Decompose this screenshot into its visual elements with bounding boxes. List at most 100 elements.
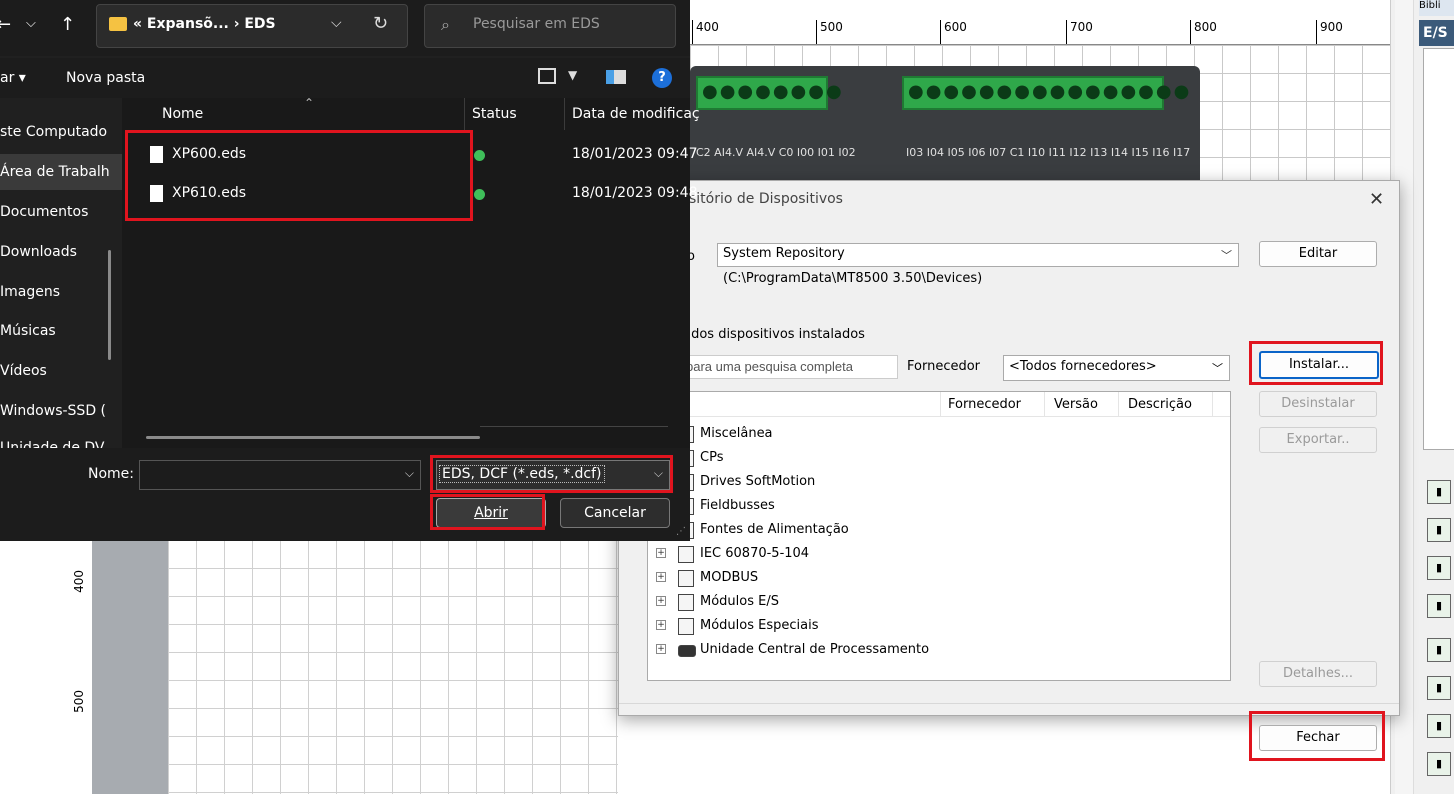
horizontal-scrollbar[interactable] — [146, 436, 480, 439]
module-icon — [678, 546, 694, 563]
organize-button[interactable]: ar ▾ — [0, 70, 26, 86]
tree-item[interactable]: + IEC 60870-5-104 — [648, 542, 1230, 566]
nav-item-dvd[interactable]: Unidade de DV — [0, 433, 122, 448]
tree-item[interactable]: +Fieldbusses — [648, 494, 1230, 518]
expand-icon[interactable]: + — [656, 548, 666, 558]
vendor-value: <Todos fornecedores> — [1009, 359, 1157, 374]
vendor-select[interactable]: <Todos fornecedores> ﹀ — [1003, 355, 1230, 381]
ruler-label: 500 — [72, 690, 86, 713]
navigation-pane: ste Computado Área de Trabalh Documentos… — [0, 98, 122, 448]
column-name[interactable]: Nome — [162, 106, 203, 122]
nav-item-music[interactable]: Músicas — [0, 313, 122, 349]
back-icon[interactable]: ← — [0, 14, 11, 35]
new-folder-button[interactable]: Nova pasta — [66, 70, 145, 86]
nav-item-documents[interactable]: Documentos — [0, 194, 122, 230]
details-button[interactable]: Detalhes... — [1259, 661, 1377, 687]
location-path: (C:\ProgramData\MT8500 3.50\Devices) — [723, 271, 983, 286]
module-icon[interactable]: ▮ — [1427, 556, 1451, 580]
design-canvas-lower[interactable] — [168, 540, 618, 794]
up-arrow-icon[interactable]: ↑ — [60, 14, 75, 35]
folder-icon — [109, 17, 127, 31]
file-name-label: Nome: — [88, 466, 135, 482]
export-button[interactable]: Exportar.. — [1259, 427, 1377, 453]
highlight-open — [430, 494, 545, 530]
chevron-down-icon: ﹀ — [1221, 249, 1232, 262]
device-search-field[interactable] — [679, 355, 898, 379]
resize-grip-icon[interactable]: ⋰ — [676, 526, 686, 537]
library-tab[interactable]: Bibli — [1419, 0, 1454, 16]
column-version[interactable]: Versão — [1054, 397, 1098, 412]
chevron-down-icon[interactable]: ⌵ — [331, 15, 342, 31]
library-list[interactable] — [1423, 48, 1454, 450]
module-icon[interactable]: ▮ — [1427, 676, 1451, 700]
chevron-down-icon[interactable]: ▼ — [568, 68, 577, 82]
tree-item[interactable]: +Fontes de Alimentação — [648, 518, 1230, 542]
search-icon: ⌕ — [441, 15, 450, 34]
module-icon[interactable]: ▮ — [1427, 752, 1451, 776]
nav-scrollbar[interactable] — [108, 250, 111, 360]
module-icon[interactable]: ▮ — [1427, 638, 1451, 662]
tree-item[interactable]: + Unidade Central de Processamento — [648, 638, 1230, 662]
module-icon[interactable]: ▮ — [1427, 480, 1451, 504]
ruler-label: 900 — [1320, 20, 1343, 34]
tree-item[interactable]: + Módulos Especiais — [648, 614, 1230, 638]
highlight-close — [1249, 711, 1385, 761]
refresh-icon[interactable]: ↻ — [373, 13, 388, 34]
cancel-button[interactable]: Cancelar — [560, 498, 670, 528]
expand-icon[interactable]: + — [656, 620, 666, 630]
installed-devices-label: o dos dispositivos instalados — [679, 327, 865, 342]
canvas-border-band — [92, 540, 168, 794]
search-input[interactable] — [471, 15, 665, 33]
expand-icon[interactable]: + — [656, 596, 666, 606]
cpu-icon — [678, 645, 696, 657]
preview-pane-icon[interactable] — [606, 70, 626, 84]
divider — [619, 703, 1399, 704]
terminal-strip-left: ●●●●●●●● — [696, 76, 842, 110]
ruler-left: 400 500 — [66, 540, 93, 794]
highlight-install — [1249, 341, 1383, 385]
chevron-down-icon[interactable]: ⌵ — [26, 16, 36, 31]
location-select[interactable]: System Repository ﹀ — [717, 243, 1239, 267]
module-icon[interactable]: ▮ — [1427, 714, 1451, 738]
scrollbar-track — [480, 426, 668, 427]
expand-icon[interactable]: + — [656, 572, 666, 582]
tree-item[interactable]: + Módulos E/S — [648, 590, 1230, 614]
sync-status-icon — [474, 150, 485, 161]
column-status[interactable]: Status — [472, 106, 517, 122]
tree-item[interactable]: +Miscelânea — [648, 422, 1230, 446]
uninstall-button[interactable]: Desinstalar — [1259, 391, 1377, 417]
plc-module[interactable]: ●●●●●●●● ●●●●●●●●●●●●●●●● C2 AI4.V AI4.V… — [690, 66, 1200, 186]
device-search-input[interactable] — [684, 358, 893, 375]
nav-item-downloads[interactable]: Downloads — [0, 234, 122, 270]
chevron-down-icon[interactable]: ⌵ — [405, 466, 414, 481]
ruler-top: 400 500 600 700 800 900 — [690, 18, 1390, 45]
nav-item-computer[interactable]: ste Computado — [0, 114, 122, 150]
column-date[interactable]: Data de modificaç — [572, 106, 700, 122]
column-vendor[interactable]: Fornecedor — [948, 397, 1021, 412]
search-box[interactable]: ⌕ — [424, 4, 676, 48]
breadcrumb[interactable]: « Expansõ... › EDS ⌵ ↻ — [96, 4, 408, 48]
tree-item[interactable]: +CPs — [648, 446, 1230, 470]
nav-item-pictures[interactable]: Imagens — [0, 274, 122, 310]
tree-item[interactable]: +Drives SoftMotion — [648, 470, 1230, 494]
nav-item-videos[interactable]: Vídeos — [0, 353, 122, 389]
module-icon[interactable]: ▮ — [1427, 518, 1451, 542]
nav-item-desktop[interactable]: Área de Trabalh — [0, 154, 122, 190]
device-repository-dialog: sitório de Dispositivos ✕ ão System Repo… — [618, 180, 1400, 761]
nav-item-windows-ssd[interactable]: Windows-SSD ( — [0, 393, 122, 429]
module-icon — [678, 570, 694, 587]
edit-button[interactable]: Editar — [1259, 241, 1377, 267]
device-tree[interactable]: e Fornecedor Versão Descrição +Miscelâne… — [647, 391, 1231, 681]
expand-icon[interactable]: + — [656, 644, 666, 654]
module-icon[interactable]: ▮ — [1427, 594, 1451, 618]
location-value: System Repository — [723, 246, 845, 261]
file-name-input[interactable] — [146, 465, 390, 483]
help-icon[interactable]: ? — [652, 68, 672, 88]
view-options-icon[interactable] — [538, 68, 556, 84]
address-bar: ← ⌵ ↑ « Expansõ... › EDS ⌵ ↻ ⌕ — [0, 0, 690, 56]
tree-item[interactable]: + MODBUS — [648, 566, 1230, 590]
file-name-field[interactable]: ⌵ — [139, 460, 421, 490]
column-description[interactable]: Descrição — [1128, 397, 1192, 412]
close-icon[interactable]: ✕ — [1369, 189, 1384, 210]
breadcrumb-path[interactable]: « Expansõ... › EDS — [133, 16, 276, 32]
